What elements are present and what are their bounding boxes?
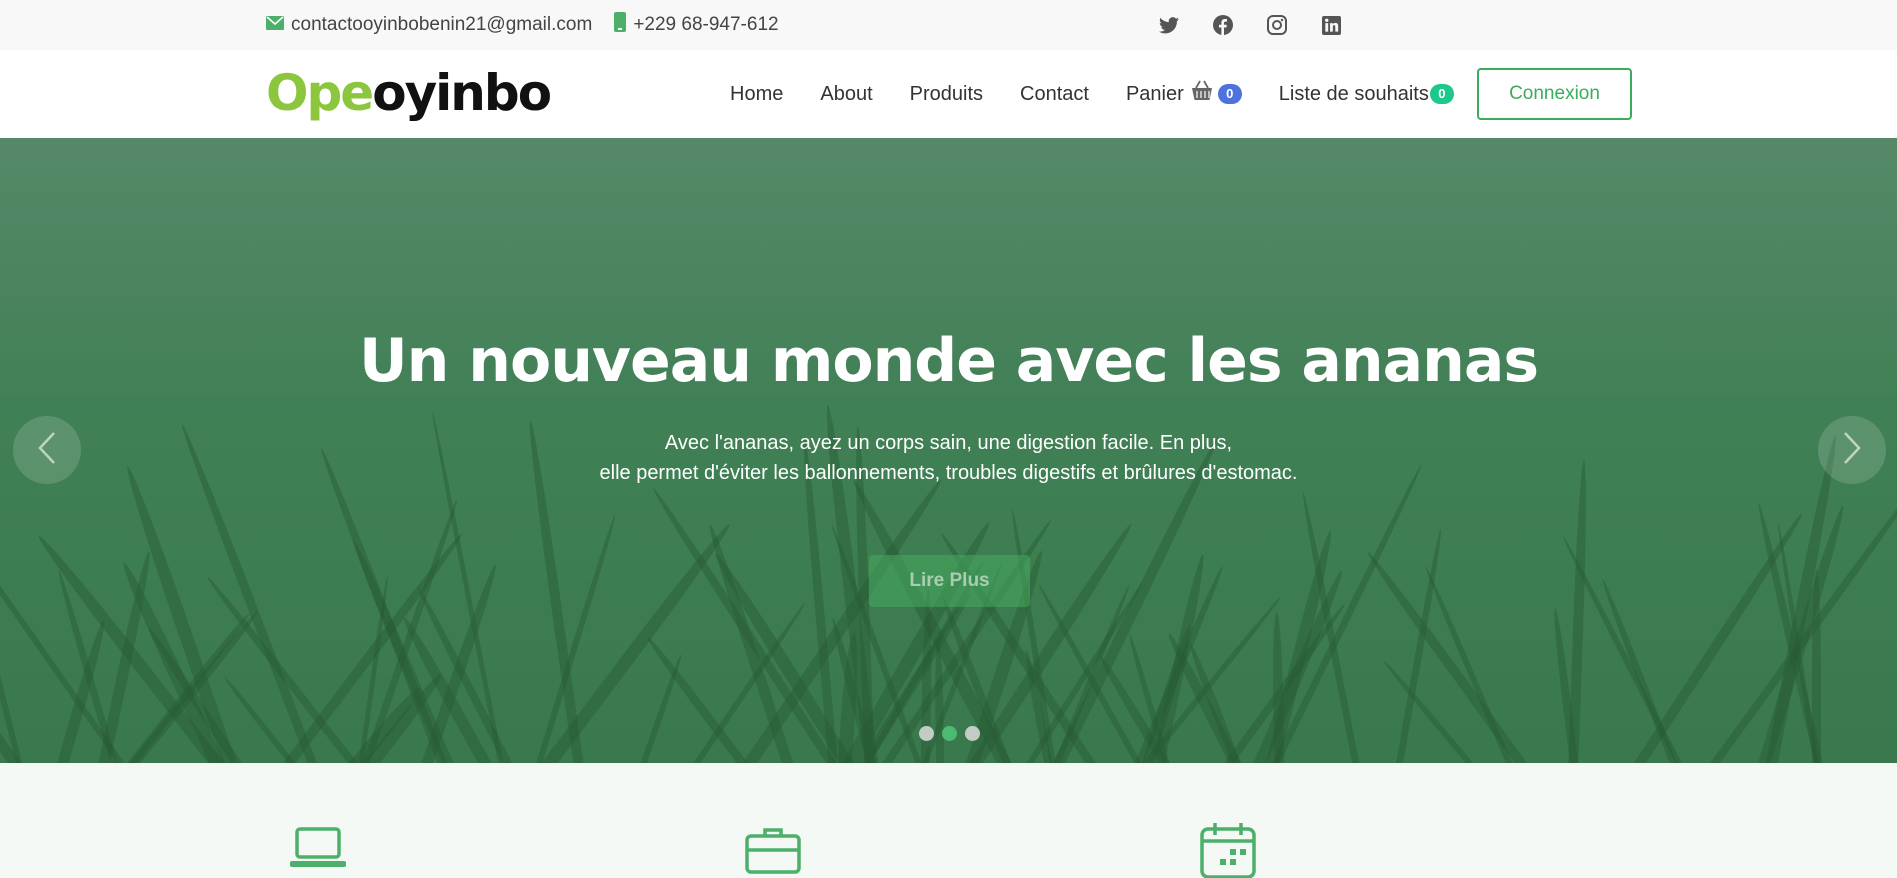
hero-subtitle: Avec l'ananas, ayez un corps sain, une d… [0,428,1897,488]
chevron-left-icon [37,431,57,470]
features-section [0,763,1897,878]
carousel-indicators [919,726,980,741]
cart-label: Panier [1125,82,1184,105]
foliage-leaf [1363,549,1555,763]
wishlist-label: Liste de souhaits [1278,82,1429,105]
logo-text-black: oyinbo [372,64,552,122]
wishlist-count-badge: 0 [1429,84,1454,104]
foliage-leaf [1746,503,1849,763]
nav-menu: Home About Produits Contact Panier 0 Lis… [730,50,1491,138]
nav-item-wishlist[interactable]: Liste de souhaits 0 [1279,83,1454,106]
main-navbar: Ope oyinbo Home About Produits Contact Pa… [0,50,1897,138]
nav-item-home[interactable]: Home [730,83,783,106]
calendar-icon [1200,823,1256,878]
carousel-prev-button[interactable] [13,416,81,484]
carousel-next-button[interactable] [1818,416,1886,484]
foliage-leaf [1422,565,1529,763]
nav-item-produits[interactable]: Produits [910,83,983,106]
site-logo[interactable]: Ope oyinbo [266,62,552,124]
chevron-right-icon [1842,431,1862,470]
hero-carousel: Un nouveau monde avec les ananas Avec l'… [0,138,1897,763]
nav-item-contact[interactable]: Contact [1020,83,1089,106]
login-button[interactable]: Connexion [1477,68,1632,120]
carousel-dot-active[interactable] [942,726,957,741]
nav-item-cart[interactable]: Panier 0 [1126,80,1242,108]
foliage-leaf [1567,460,1589,763]
logo-text-green: Ope [266,64,374,122]
foliage-leaf [0,610,48,763]
envelope-icon [266,14,291,36]
briefcase-icon [745,826,801,878]
carousel-dot[interactable] [965,726,980,741]
linkedin-icon[interactable] [1321,15,1341,35]
email-text: contactooyinbobenin21@gmail.com [291,14,593,35]
laptop-icon [290,826,346,875]
hero-subtitle-line-1: Avec l'ananas, ayez un corps sain, une d… [664,432,1233,454]
hero-title: Un nouveau monde avec les ananas [358,326,1539,396]
cart-count-badge: 0 [1217,84,1242,104]
phone-text: +229 68-947-612 [633,14,779,35]
foliage-leaf [0,594,32,763]
phone-icon [614,12,633,38]
instagram-icon[interactable] [1267,15,1287,35]
carousel-dot[interactable] [919,726,934,741]
hero-subtitle-line-2: elle permet d'éviter les ballonnements, … [599,462,1298,484]
twitter-icon[interactable] [1159,15,1179,35]
phone-contact[interactable]: +229 68-947-612 [614,12,779,38]
facebook-icon[interactable] [1213,15,1233,35]
foliage-leaf [1599,577,1692,763]
nav-item-about[interactable]: About [820,83,872,106]
social-links [1159,0,1341,50]
basket-icon [1190,80,1214,108]
email-contact[interactable]: contactooyinbobenin21@gmail.com [266,14,592,36]
contact-info: contactooyinbobenin21@gmail.com +229 68-… [266,0,801,50]
read-more-button[interactable]: Lire Plus [869,555,1030,607]
top-bar: contactooyinbobenin21@gmail.com +229 68-… [0,0,1897,50]
